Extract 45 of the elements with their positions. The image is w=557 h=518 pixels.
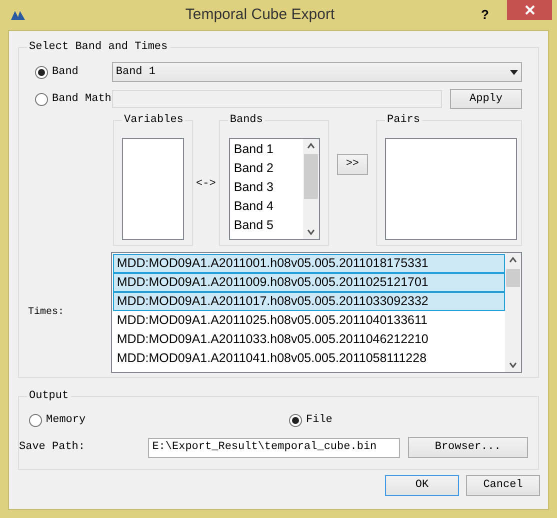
variables-list[interactable] (122, 138, 184, 240)
band-item[interactable]: Band 3 (234, 178, 303, 197)
browse-button[interactable]: Browser... (408, 437, 528, 458)
radio-button[interactable] (35, 92, 48, 106)
radio-label: File (306, 412, 332, 428)
band-item[interactable]: Band 1 (234, 140, 303, 159)
band-item[interactable]: Band 2 (234, 159, 303, 178)
pairs-list[interactable] (385, 138, 517, 240)
time-item[interactable]: MDD:MOD09A1.A2011001.h08v05.005.2011018175331 (112, 254, 505, 273)
radio-label: Band (52, 64, 78, 80)
save-path-field[interactable]: E:\Export_Result\temporal_cube.bin (148, 438, 400, 458)
scrollbar[interactable] (505, 253, 521, 372)
add-pair-button[interactable]: >> (336, 154, 368, 175)
close-button[interactable] (507, 0, 552, 20)
dropdown-arrow-icon (510, 70, 518, 74)
band-math-field[interactable] (112, 90, 442, 108)
times-label: Times: (28, 306, 66, 320)
swap-label: <-> (195, 177, 217, 192)
radio-button[interactable] (35, 66, 48, 78)
save-path-label: Save Path: (19, 440, 86, 456)
time-item[interactable]: MDD:MOD09A1.A2011033.h08v05.005.2011046212210 (112, 330, 505, 349)
group-title: Output (27, 389, 71, 403)
radio-label: Memory (46, 412, 86, 428)
band-item[interactable]: Band 5 (234, 216, 303, 235)
dialog-button[interactable]: OK (385, 475, 459, 496)
radio-button[interactable] (289, 414, 302, 426)
time-item[interactable]: MDD:MOD09A1.A2011017.h08v05.005.2011033092332 (112, 292, 505, 311)
help-button[interactable]: ? (475, 5, 495, 25)
close-icon (524, 5, 534, 15)
apply-button[interactable]: Apply (450, 89, 522, 109)
scrollbar[interactable] (302, 139, 319, 239)
band-dropdown[interactable]: Band 1 (112, 62, 522, 82)
app-logo-icon (11, 10, 25, 20)
window-title: Temporal Cube Export (184, 4, 336, 25)
scrollbar-thumb[interactable] (506, 269, 520, 287)
times-list[interactable] (110, 252, 522, 373)
scrollbar-thumb[interactable] (304, 154, 318, 199)
radio-label: Band Math (52, 92, 112, 107)
band-item[interactable]: Band 4 (234, 197, 303, 216)
time-item[interactable]: MDD:MOD09A1.A2011041.h08v05.005.2011058111228 (112, 349, 505, 368)
time-item[interactable]: MDD:MOD09A1.A2011009.h08v05.005.2011025121701 (112, 273, 505, 292)
dialog-button[interactable]: Cancel (466, 475, 540, 496)
radio-button[interactable] (29, 414, 42, 426)
time-item[interactable]: MDD:MOD09A1.A2011025.h08v05.005.2011040133611 (112, 311, 505, 330)
bands-list[interactable]: Band 1 Band 2 Band 3 Band 4 Band 5 (228, 138, 320, 240)
